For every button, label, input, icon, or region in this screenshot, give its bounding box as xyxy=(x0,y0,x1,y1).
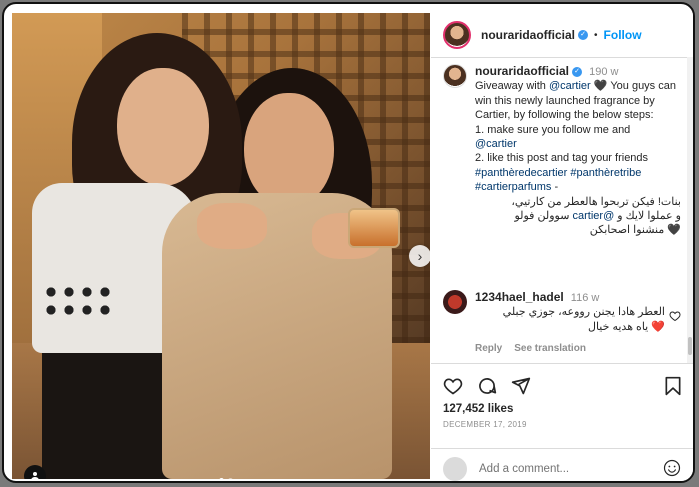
comment-icon[interactable] xyxy=(477,376,497,396)
share-icon[interactable] xyxy=(511,376,531,396)
heart-icon[interactable] xyxy=(669,310,681,322)
mention-link[interactable]: @cartier xyxy=(549,80,591,92)
comment-age: 116 w xyxy=(570,292,600,304)
photo-hand xyxy=(197,203,267,249)
caption-username[interactable]: nouraridaofficial xyxy=(475,64,569,78)
caption-age: 190 w xyxy=(589,66,619,78)
comment-composer xyxy=(431,448,693,481)
photo-figure-face xyxy=(244,93,334,208)
follow-separator: • xyxy=(594,29,598,41)
user-tag-icon xyxy=(31,472,39,479)
mention-link[interactable]: @cartier xyxy=(573,210,615,222)
photo-embroidery xyxy=(42,283,112,323)
scrollbar-thumb[interactable] xyxy=(688,337,692,355)
caption: nouraridaofficial ✓ 190 w Giveaway with @… xyxy=(443,64,681,238)
carousel-dots xyxy=(219,478,233,479)
see-translation-button[interactable]: See translation xyxy=(514,342,586,356)
viewer-avatar xyxy=(443,457,467,481)
follow-button[interactable]: Follow xyxy=(604,28,642,42)
mention-link[interactable]: @cartier xyxy=(475,138,517,150)
caption-line: Giveaway with xyxy=(475,80,549,93)
post-actions: 127,452 likes DECEMBER 17, 2019 xyxy=(431,363,693,481)
commenter-avatar[interactable] xyxy=(443,290,467,314)
caption-text: Giveaway with @cartier 🖤 You guys can wi… xyxy=(475,79,681,122)
chevron-right-icon: › xyxy=(417,248,423,264)
likes-count[interactable]: 127,452 likes xyxy=(443,403,513,415)
comment-body: 1234hael_hadel 116 w العطر هادا يجنن روو… xyxy=(475,290,665,357)
comment-item: 1234hael_hadel 116 w العطر هادا يجنن روو… xyxy=(443,290,681,357)
comment-text: ❤️ ياه هديه خيال xyxy=(587,320,665,333)
hashtag-links[interactable]: #panthèredecartier #panthèretribe #carti… xyxy=(475,167,641,193)
caption-arabic-line: بنات! فيكن تربحوا هالعطر من كارتيي، xyxy=(511,195,681,208)
caption-step: 2. like this post and tag your friends xyxy=(475,152,649,165)
photo-perfume-bottle xyxy=(348,208,400,248)
carousel-dot xyxy=(219,478,224,479)
caption-line: - xyxy=(551,181,559,194)
verified-badge-icon: ✓ xyxy=(572,67,583,78)
caption-line: 1. make sure you follow me and xyxy=(475,123,631,136)
author-username[interactable]: nouraridaofficial xyxy=(481,28,575,42)
comment-input[interactable] xyxy=(477,462,651,476)
caption-avatar[interactable] xyxy=(443,64,467,88)
caption-step: 1. make sure you follow me and xyxy=(475,123,681,137)
comments-area[interactable]: nouraridaofficial ✓ 190 w Giveaway with @… xyxy=(431,58,693,363)
comment-text: العطر هادا يجنن رووعه، جوزي جبلي xyxy=(502,306,665,319)
caption-arabic-line: و عملوا لايك و @cartier سوولن فولو xyxy=(475,209,681,223)
reply-button[interactable]: Reply xyxy=(475,342,502,356)
verified-badge-icon: ✓ xyxy=(578,30,589,40)
emoji-icon[interactable] xyxy=(663,459,681,477)
photo-skirt xyxy=(42,343,172,479)
carousel-dot xyxy=(228,478,233,479)
photo-figure-face xyxy=(117,68,209,186)
post-sidebar: nouraridaofficial ✓ • Follow nouraridaof… xyxy=(431,13,693,481)
post-header: nouraridaofficial ✓ • Follow xyxy=(431,13,693,58)
bookmark-icon[interactable] xyxy=(663,376,683,396)
caption-line: سوولن فولو xyxy=(514,210,573,223)
comments-scrollbar[interactable] xyxy=(687,57,693,363)
post-date: DECEMBER 17, 2019 xyxy=(443,420,527,429)
commenter-username[interactable]: 1234hael_hadel xyxy=(475,290,564,304)
post-modal: › nouraridaofficial ✓ • Follow nourarida… xyxy=(2,2,695,483)
post-photo[interactable]: › xyxy=(12,13,430,479)
caption-arabic-line: 🖤 منشنوا اصحابكن xyxy=(589,224,681,237)
author-avatar[interactable] xyxy=(443,21,471,49)
carousel-next-button[interactable]: › xyxy=(409,245,430,267)
caption-line: و عملوا لايك و xyxy=(614,210,681,223)
caption-body: nouraridaofficial ✓ 190 w Giveaway with @… xyxy=(475,64,681,238)
heart-icon[interactable] xyxy=(443,376,463,396)
